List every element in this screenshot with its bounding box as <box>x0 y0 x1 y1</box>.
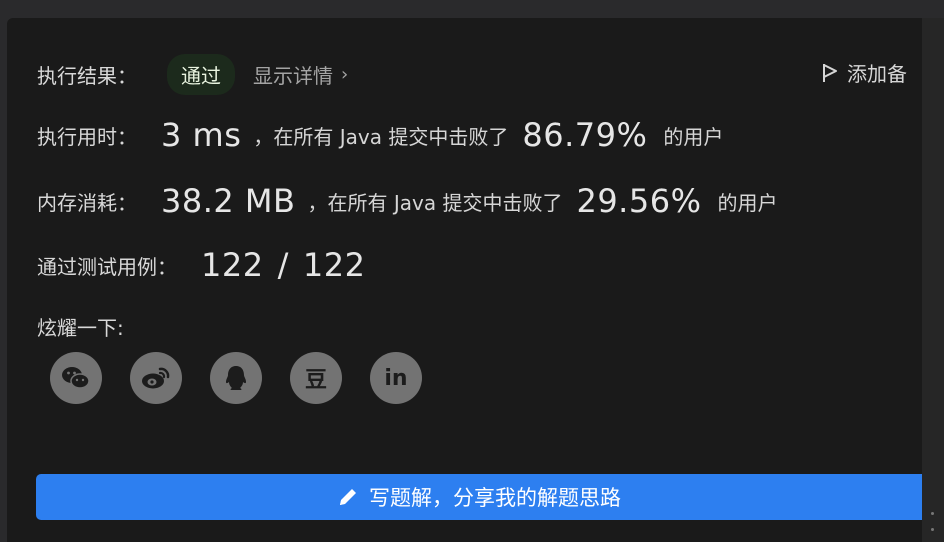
share-icons: 豆 in <box>50 352 450 404</box>
tests-total: 122 <box>302 246 366 284</box>
add-note-button[interactable]: 添加备 <box>821 58 907 87</box>
write-solution-button[interactable]: 写题解，分享我的解题思路 <box>36 474 922 520</box>
tests-passed: 122 <box>201 246 264 284</box>
tests-label: 通过测试用例： <box>37 254 177 279</box>
qq-icon <box>226 366 246 390</box>
runtime-prefix: ，在所有 Java 提交中击败了 <box>253 124 509 149</box>
show-details-link[interactable]: 显示详情 › <box>253 60 348 89</box>
share-douban-button[interactable]: 豆 <box>290 352 342 404</box>
memory-value: 38.2 MB <box>161 182 296 220</box>
result-row: 执行结果： 通过 显示详情 › <box>37 54 348 95</box>
flag-icon <box>823 63 837 82</box>
pencil-icon <box>340 489 356 505</box>
share-label: 炫耀一下: <box>37 316 124 340</box>
status-badge: 通过 <box>167 54 235 95</box>
write-solution-label: 写题解，分享我的解题思路 <box>369 486 621 510</box>
share-linkedin-button[interactable]: in <box>370 352 422 404</box>
douban-icon: 豆 <box>304 368 327 393</box>
memory-suffix: 的用户 <box>717 190 778 215</box>
share-weibo-button[interactable] <box>130 352 182 404</box>
runtime-value: 3 ms <box>161 116 242 154</box>
show-details-label: 显示详情 <box>253 64 333 88</box>
wechat-icon <box>62 367 90 389</box>
tests-row: 通过测试用例： 122 / 122 <box>37 246 365 284</box>
runtime-percent: 86.79% <box>522 116 648 154</box>
share-qq-button[interactable] <box>210 352 262 404</box>
memory-prefix: ，在所有 Java 提交中击败了 <box>307 190 563 215</box>
result-label: 执行结果： <box>37 64 137 88</box>
resize-grip-dot <box>931 528 934 531</box>
weibo-icon <box>142 367 170 389</box>
tests-separator: / <box>277 246 289 284</box>
add-note-label: 添加备 <box>847 62 907 86</box>
scroll-gutter <box>922 18 944 542</box>
runtime-label: 执行用时： <box>37 124 137 149</box>
memory-percent: 29.56% <box>576 182 702 220</box>
memory-label: 内存消耗： <box>37 190 137 215</box>
linkedin-icon: in <box>384 365 408 391</box>
runtime-suffix: 的用户 <box>663 124 724 149</box>
memory-row: 内存消耗： 38.2 MB ，在所有 Java 提交中击败了 29.56% 的用… <box>37 182 777 220</box>
chevron-right-icon: › <box>341 64 349 85</box>
share-row: 炫耀一下: <box>37 312 124 341</box>
runtime-row: 执行用时： 3 ms ，在所有 Java 提交中击败了 86.79% 的用户 <box>37 116 723 154</box>
resize-grip-dot <box>931 512 934 515</box>
share-wechat-button[interactable] <box>50 352 102 404</box>
submission-result-panel: 执行结果： 通过 显示详情 › 添加备 执行用时： 3 ms ，在所有 Java… <box>7 18 922 542</box>
